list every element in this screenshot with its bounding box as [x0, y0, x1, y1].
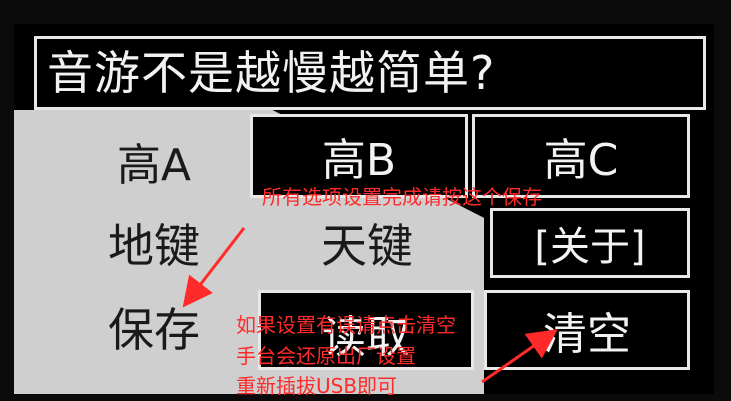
- clear-hint-line3: 重新插拔USB即可: [236, 374, 398, 398]
- clear-hint-line1: 如果设置有误请点击清空: [236, 313, 456, 337]
- clear-hint-arrow: [481, 329, 558, 384]
- clear-hint-line2: 手台会还原出厂设置: [236, 344, 416, 368]
- save-hint-text: 所有选项设置完成请按这个保存: [262, 185, 542, 209]
- save-hint-arrow: [182, 227, 246, 308]
